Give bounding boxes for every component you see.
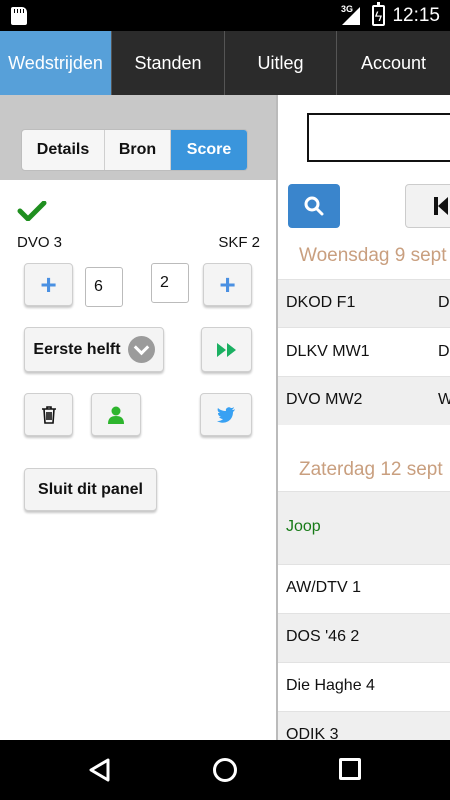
detail-segment-control: Details Bron Score — [21, 129, 248, 171]
status-time: 12:15 — [392, 5, 440, 26]
tab-account[interactable]: Account — [337, 31, 450, 95]
team-home: DOS '46 2 — [286, 628, 360, 645]
table-row[interactable]: ODIK 3 — [278, 711, 450, 740]
team-home: Die Haghe 4 — [286, 677, 375, 694]
table-row[interactable]: Joop — [278, 491, 450, 564]
fast-forward-button[interactable] — [201, 327, 252, 372]
twitter-icon — [216, 406, 235, 423]
close-panel-button[interactable]: Sluit dit panel — [24, 468, 157, 511]
table-row[interactable]: DVO MW2 W — [278, 376, 450, 425]
chevron-down-icon — [127, 336, 155, 363]
main-tabs: Wedstrijden Standen Uitleg Account — [0, 31, 450, 95]
bron-segment[interactable]: Bron — [105, 130, 171, 170]
user-icon — [108, 406, 124, 424]
team-home: AW/DTV 1 — [286, 579, 361, 596]
team-home: DLKV MW1 — [286, 343, 370, 360]
score-segment[interactable]: Score — [171, 130, 247, 170]
schedule-panel: Woensdag 9 sept DKOD F1 D DLKV MW1 D DVO… — [278, 95, 450, 740]
panel-header: Details Bron Score — [0, 95, 276, 180]
details-segment[interactable]: Details — [22, 130, 105, 170]
sd-card-icon — [11, 7, 27, 25]
away-score-input[interactable]: 2 — [151, 263, 189, 303]
search-input[interactable] — [307, 113, 450, 162]
player-button[interactable] — [91, 393, 141, 436]
score-panel: Details Bron Score DVO 3 SKF 2 + 6 2 + E… — [0, 95, 276, 740]
table-row[interactable]: AW/DTV 1 — [278, 564, 450, 613]
plus-icon: + — [219, 268, 236, 300]
tab-uitleg[interactable]: Uitleg — [225, 31, 337, 95]
home-icon[interactable] — [213, 758, 237, 782]
table-row[interactable]: DKOD F1 D — [278, 279, 450, 327]
twitter-button[interactable] — [200, 393, 252, 436]
team-home: Joop — [286, 518, 321, 535]
team-away: D — [438, 343, 450, 360]
tab-standen[interactable]: Standen — [112, 31, 225, 95]
battery-icon — [372, 2, 385, 26]
home-score-input[interactable]: 6 — [85, 267, 123, 307]
team-away: W — [438, 391, 450, 408]
network-label: 3G — [341, 4, 354, 14]
search-icon — [304, 196, 324, 216]
recent-apps-icon[interactable] — [339, 758, 361, 780]
away-score-plus-button[interactable]: + — [203, 263, 252, 306]
team-home: DVO MW2 — [286, 391, 363, 408]
half-select[interactable]: Eerste helft — [24, 327, 164, 372]
back-icon[interactable] — [88, 758, 110, 782]
fast-forward-icon — [216, 342, 236, 357]
tab-wedstrijden[interactable]: Wedstrijden — [0, 31, 112, 95]
delete-button[interactable] — [24, 393, 73, 436]
team-home: ODIK 3 — [286, 726, 339, 740]
team-away: D — [438, 294, 450, 311]
first-page-button[interactable] — [405, 184, 450, 228]
half-select-label: Eerste helft — [33, 340, 121, 358]
home-score-plus-button[interactable]: + — [24, 263, 73, 306]
search-button[interactable] — [288, 184, 340, 228]
status-bar: 3G 12:15 — [0, 0, 450, 31]
trash-icon — [41, 406, 56, 424]
table-row[interactable]: Die Haghe 4 — [278, 662, 450, 711]
table-row[interactable]: DLKV MW1 D — [278, 327, 450, 376]
check-icon — [17, 201, 47, 221]
android-nav-bar — [0, 740, 450, 800]
team-home: DKOD F1 — [286, 294, 356, 311]
close-panel-label: Sluit dit panel — [38, 480, 143, 498]
date-header: Woensdag 9 sept — [299, 245, 447, 266]
skip-first-icon — [434, 197, 448, 215]
plus-icon: + — [40, 268, 57, 300]
date-header: Zaterdag 12 sept — [299, 459, 443, 480]
away-team: SKF 2 — [218, 234, 260, 251]
home-team: DVO 3 — [17, 234, 63, 251]
table-row[interactable]: DOS '46 2 — [278, 613, 450, 662]
